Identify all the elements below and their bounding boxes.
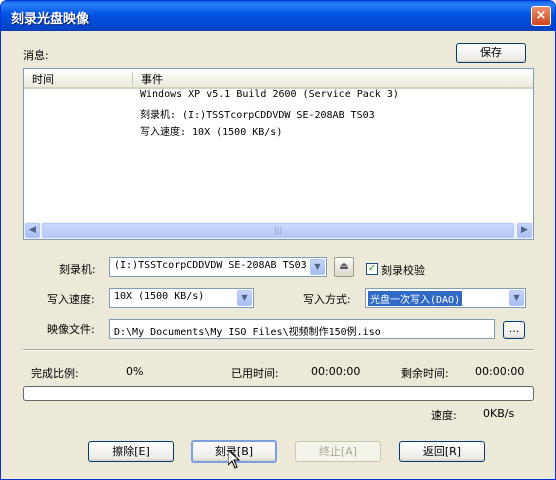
- column-divider[interactable]: [132, 72, 133, 85]
- list-item: 写入速度: 10X (1500 KB/s): [140, 127, 283, 138]
- burner-value: (I:)TSSTcorpCDDVDW SE-208AB TS03: [114, 260, 307, 271]
- completion-label: 完成比例:: [31, 367, 79, 380]
- image-file-field[interactable]: D:\My Documents\My ISO Files\视频制作150例.is…: [109, 319, 495, 339]
- chevron-down-icon[interactable]: ▼: [310, 259, 325, 275]
- remaining-label: 剩余时间:: [401, 367, 449, 380]
- speed-stat-label: 速度:: [431, 409, 457, 422]
- browse-button[interactable]: ...: [503, 321, 525, 339]
- burn-image-dialog: 刻录光盘映像 × 消息: 保存 时间 事件 Windows XP v5.1 Bu…: [0, 0, 556, 480]
- remaining-value: 00:00:00: [475, 365, 525, 378]
- speed-value: 10X (1500 KB/s): [114, 291, 205, 302]
- elapsed-value: 00:00:00: [311, 365, 361, 378]
- speed-stat-value: 0KB/s: [483, 407, 515, 420]
- title-bar[interactable]: 刻录光盘映像 ×: [1, 1, 555, 31]
- write-mode-select[interactable]: 光盘一次写入(DAO) ▼: [365, 288, 526, 308]
- close-button[interactable]: ×: [531, 6, 551, 26]
- write-mode-label: 写入方式:: [303, 293, 351, 306]
- verify-checkbox[interactable]: ✓: [366, 263, 378, 275]
- divider: [23, 349, 534, 351]
- save-button[interactable]: 保存: [456, 43, 526, 63]
- arrow-right-icon: ▶: [521, 225, 528, 235]
- speed-select[interactable]: 10X (1500 KB/s) ▼: [109, 288, 254, 308]
- list-item: Windows XP v5.1 Build 2600 (Service Pack…: [140, 89, 399, 100]
- stop-button[interactable]: 终止[A]: [295, 441, 381, 462]
- scroll-left-button[interactable]: ◀: [25, 223, 40, 238]
- back-button[interactable]: 返回[R]: [399, 441, 485, 462]
- progress-bar: [23, 386, 534, 401]
- checkmark-icon: ✓: [367, 263, 377, 274]
- image-file-value: D:\My Documents\My ISO Files\视频制作150例.is…: [114, 327, 381, 338]
- scroll-right-button[interactable]: ▶: [517, 223, 532, 238]
- close-icon: ×: [535, 8, 547, 23]
- burner-label: 刻录机:: [59, 263, 96, 276]
- grip-icon: |||: [273, 226, 283, 235]
- erase-button[interactable]: 擦除[E]: [88, 441, 174, 462]
- window-title: 刻录光盘映像: [11, 12, 90, 27]
- completion-value: 0%: [126, 365, 144, 378]
- write-mode-value: 光盘一次写入(DAO): [368, 291, 463, 306]
- elapsed-label: 已用时间:: [231, 367, 279, 380]
- arrow-left-icon: ◀: [29, 225, 36, 235]
- verify-label[interactable]: 刻录校验: [381, 262, 425, 278]
- list-item: 刻录机: (I:)TSSTcorpCDDVDW SE-208AB TS03: [140, 110, 375, 121]
- column-header-time[interactable]: 时间: [32, 71, 54, 87]
- eject-button[interactable]: ⏏: [334, 257, 354, 277]
- column-header-event[interactable]: 事件: [141, 71, 163, 87]
- speed-label: 写入速度:: [47, 293, 95, 306]
- mouse-cursor-icon: [228, 450, 240, 469]
- messages-list[interactable]: 时间 事件 Windows XP v5.1 Build 2600 (Servic…: [23, 68, 534, 240]
- eject-icon: ⏏: [339, 261, 349, 272]
- messages-label: 消息:: [23, 49, 49, 62]
- horizontal-scrollbar[interactable]: ◀ ||| ▶: [24, 222, 533, 239]
- image-file-label: 映像文件:: [47, 323, 95, 336]
- scroll-thumb[interactable]: |||: [42, 223, 514, 238]
- burner-select[interactable]: (I:)TSSTcorpCDDVDW SE-208AB TS03 ▼: [109, 257, 327, 277]
- chevron-down-icon[interactable]: ▼: [509, 290, 524, 306]
- chevron-down-icon[interactable]: ▼: [237, 290, 252, 306]
- list-header: 时间 事件: [24, 69, 533, 89]
